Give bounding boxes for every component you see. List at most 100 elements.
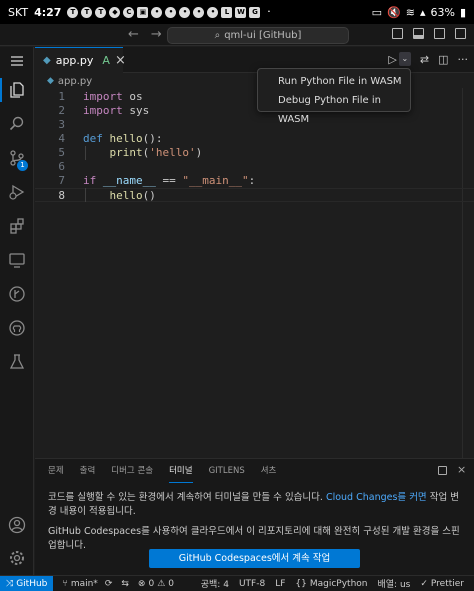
activity-bar: 1 [0,47,34,575]
menu-item-run-wasm[interactable]: Run Python File in WASM [258,72,410,91]
close-panel-icon[interactable]: × [457,464,466,475]
github-icon[interactable] [0,314,34,342]
encoding-item[interactable]: UTF-8 [239,577,265,590]
code-token: if [83,174,97,187]
code-line[interactable]: 4 def hello(): [35,132,474,146]
customize-layout-icon[interactable] [455,28,466,39]
code-text: def hello(): [83,132,163,145]
tab-gitlens[interactable]: GITLENS [209,459,245,483]
error-count: 0 [148,578,155,589]
code-token: print [109,146,143,159]
tab-problems[interactable]: 문제 [48,459,64,483]
settings-gear-icon[interactable] [0,544,34,572]
language-item[interactable]: {} MagicPython [295,577,367,590]
line-number: 8 [58,189,65,202]
battery-icon: ▮ [459,5,466,19]
search-icon[interactable] [0,110,34,138]
code-line[interactable]: 5 print('hello') [35,146,474,160]
branch-icon: ⑂ [62,578,68,589]
indentation-item[interactable]: 공백: 4 [201,577,229,590]
gitlens-icon[interactable] [0,280,34,308]
code-token: == [155,174,183,187]
app-icon: • [165,6,177,18]
remote-explorer-icon[interactable] [0,246,34,274]
code-line[interactable]: 7 if __name__ == "__main__": [35,174,474,188]
code-token: : [248,174,256,187]
panel-tabs: 문제 출력 디버그 콘솔 터미널 GITLENS 셔츠 [35,459,292,483]
toggle-secondary-sidebar-icon[interactable] [434,28,445,39]
code-token: __name__ [102,174,156,187]
shield-icon: ◆ [109,6,121,18]
run-icon[interactable]: ▷ [388,53,396,66]
cloud-changes-link[interactable]: Cloud Changes를 커면 [326,492,427,503]
branch-item[interactable]: ⑂ main* ⟳ [62,579,112,589]
keyboard-layout-item[interactable]: 배열: us [377,577,410,590]
breadcrumb[interactable]: ◆ app.py [35,74,92,88]
tab-debug-console[interactable]: 디버그 콘솔 [111,459,153,483]
live-share-icon[interactable]: ⇆ [121,579,129,589]
menu-icon[interactable] [0,47,34,75]
prettier-label: Prettier [430,578,464,589]
accounts-icon[interactable] [0,511,34,539]
line-number: 3 [58,118,65,131]
app-icon: • [151,6,163,18]
back-arrow-icon[interactable]: ← [128,27,139,42]
toggle-panel-icon[interactable] [413,28,424,39]
close-icon[interactable]: × [115,53,126,68]
signal-icon: ▴ [419,5,426,19]
maximize-panel-icon[interactable] [438,466,447,475]
code-text: import os [83,90,143,103]
code-line[interactable]: 6 [35,160,474,174]
tab-terminal[interactable]: 터미널 [169,459,193,483]
tab-app-py[interactable]: ◆ app.py A × [35,47,126,73]
tab-output[interactable]: 출력 [80,459,96,483]
sync-icon[interactable]: ⟳ [105,579,113,589]
code-token: def [83,132,103,145]
code-token: hello [109,132,143,145]
explorer-icon[interactable] [0,76,34,104]
lf-icon: L [221,6,233,18]
eol-item[interactable]: LF [275,577,285,590]
prettier-item[interactable]: ✓ Prettier [420,577,464,590]
line-number: 1 [58,90,65,103]
run-debug-icon[interactable] [0,178,34,206]
talk-icon: T [81,6,93,18]
codespaces-button[interactable]: GitHub Codespaces에서 계속 작업 [149,549,360,568]
error-icon: ⊗ [137,578,146,589]
compare-changes-icon[interactable]: ⇄ [420,53,429,66]
code-token: import [83,90,123,103]
tab-status: A [102,54,110,67]
notification-icons: T T T ◆ C ▣ • • • • • L W G · [67,6,274,18]
extensions-icon[interactable] [0,212,34,240]
line-number: 6 [58,160,65,173]
testing-icon[interactable] [0,348,34,376]
tab-ports[interactable]: 셔츠 [261,459,277,483]
run-dropdown-menu: Run Python File in WASM Debug Python Fil… [257,68,411,125]
bottom-panel: 문제 출력 디버그 콘솔 터미널 GITLENS 셔츠 × 코드를 실행할 수 … [35,458,474,575]
wifi-icon: ≋ [405,5,415,19]
code-editor[interactable]: 1 import os 2 import sys 3 4 def hello(): 5 pri… [35,88,474,458]
code-line[interactable]: 8 hello() [35,188,474,202]
line-number: 7 [58,174,65,187]
forward-arrow-icon[interactable]: → [151,27,162,42]
problems-item[interactable]: ⊗ 0 ⚠ 0 [138,579,174,589]
command-center[interactable]: ⌕ qml-ui [GitHub] [167,27,349,44]
message-text: 코드를 실행할 수 있는 환경에서 계속하여 터미널을 만들 수 있습니다. [48,492,323,503]
menu-item-debug-wasm[interactable]: Debug Python File in WASM [258,91,410,125]
w-icon: W [235,6,247,18]
tab-label: app.py [55,54,94,67]
g-icon: G [249,6,261,18]
code-token: 'hello' [149,146,196,159]
more-actions-icon[interactable]: ··· [458,53,469,66]
code-text: print('hello') [83,146,203,159]
code-line[interactable]: 3 [35,118,474,132]
source-control-icon[interactable]: 1 [0,144,34,172]
split-editor-icon[interactable]: ◫ [438,53,448,66]
toggle-sidebar-icon[interactable] [392,28,403,39]
code-token: import [83,104,123,117]
remote-indicator[interactable]: ⤨ GitHub [0,575,54,591]
terminal-message-1: 코드를 실행할 수 있는 환경에서 계속하여 터미널을 만들 수 있습니다. C… [48,491,460,519]
chevron-down-icon[interactable]: ⌄ [398,52,411,66]
